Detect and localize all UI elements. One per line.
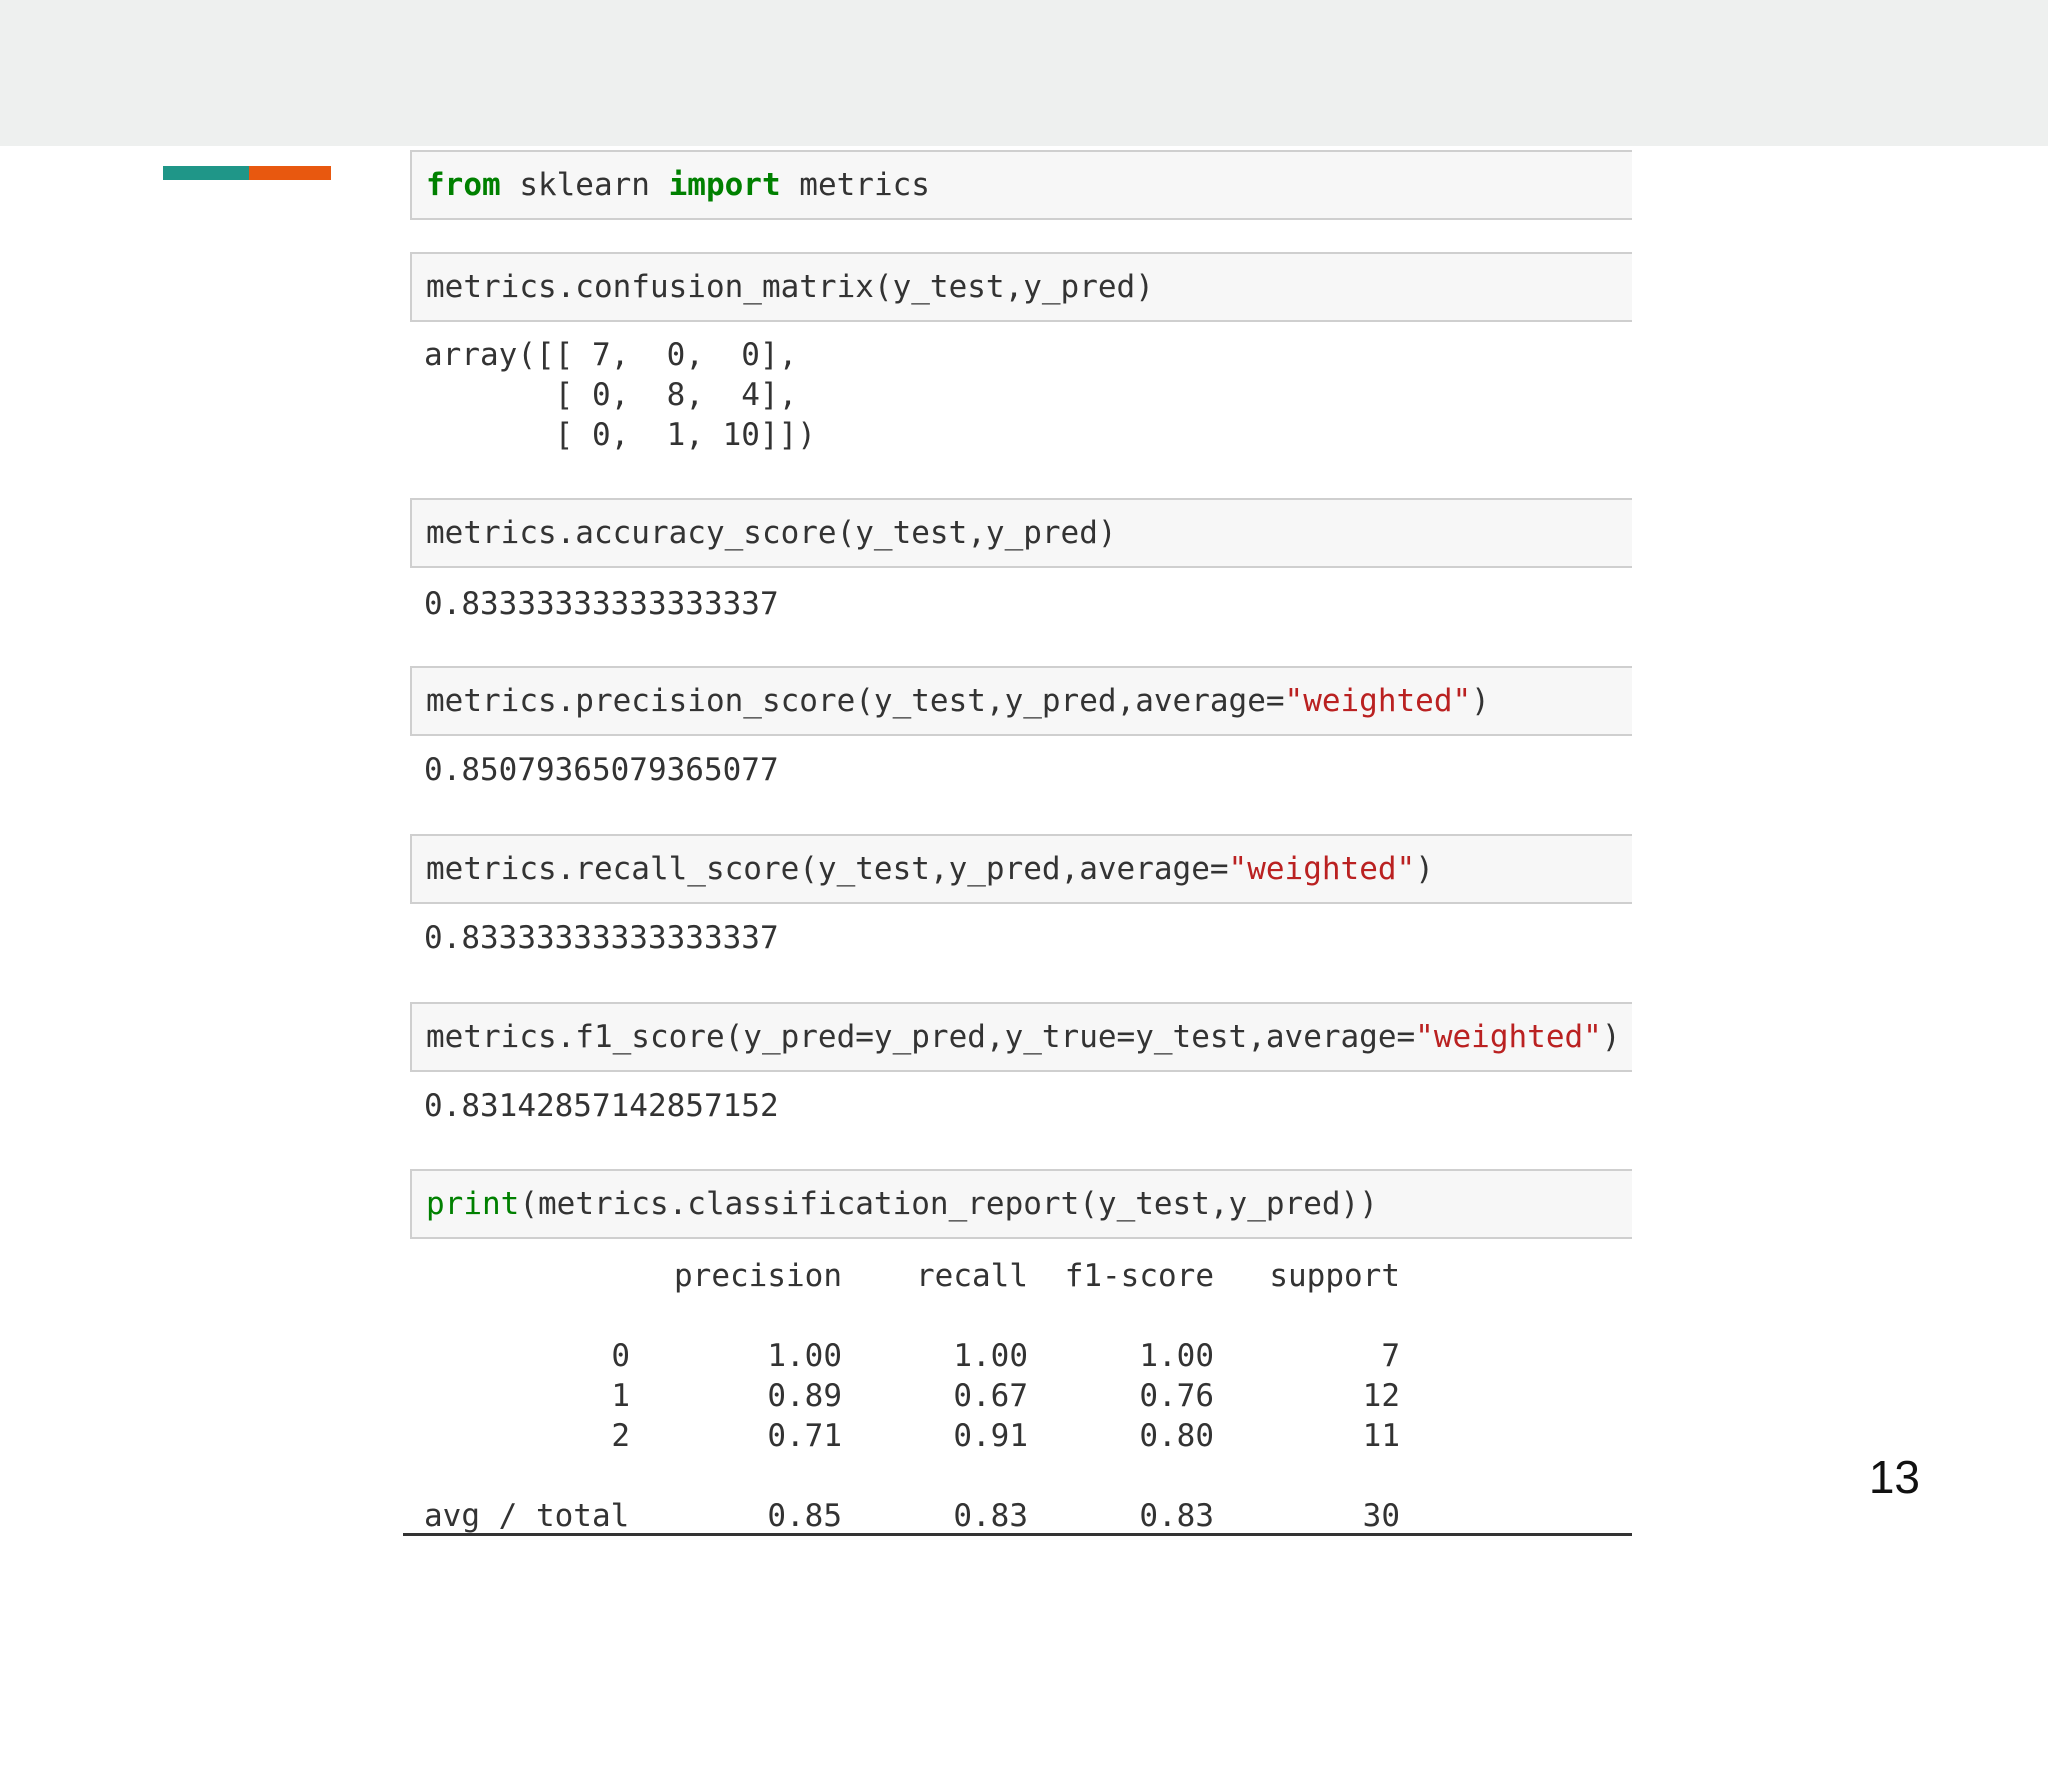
code-cell-import[interactable]: from sklearn import metrics bbox=[410, 150, 1632, 220]
code-token: metrics.f1_score(y_pred=y_pred,y_true=y_… bbox=[426, 1019, 1416, 1055]
code-line: metrics.f1_score(y_pred=y_pred,y_true=y_… bbox=[426, 1004, 1620, 1070]
code-cell-recall[interactable]: metrics.recall_score(y_test,y_pred,avera… bbox=[410, 834, 1632, 904]
builtin-print: print bbox=[426, 1186, 520, 1222]
f1-value: 1.00 bbox=[1139, 1338, 1214, 1374]
output-accuracy: 0.83333333333333337 bbox=[424, 586, 779, 622]
code-cell-classification-report[interactable]: print(metrics.classification_report(y_te… bbox=[410, 1169, 1632, 1239]
code-line: print(metrics.classification_report(y_te… bbox=[426, 1171, 1378, 1237]
code-token: ) bbox=[1415, 851, 1434, 887]
code-cell-confusion-matrix[interactable]: metrics.confusion_matrix(y_test,y_pred) bbox=[410, 252, 1632, 322]
output-confusion-matrix: array([[ 7, 0, 0], [ 0, 8, 4], [ 0, 1, 1… bbox=[424, 337, 816, 453]
support-value: 7 bbox=[1381, 1338, 1400, 1374]
keyword-import: import bbox=[668, 167, 781, 203]
code-token: ) bbox=[1601, 1019, 1621, 1055]
string-literal: "weighted" bbox=[1415, 1019, 1602, 1055]
output-recall: 0.83333333333333337 bbox=[424, 920, 779, 956]
string-literal: "weighted" bbox=[1228, 851, 1416, 887]
precision-value: 0.71 bbox=[767, 1418, 842, 1454]
code-token: metrics.precision_score(y_test,y_pred,av… bbox=[426, 683, 1285, 719]
support-value: 30 bbox=[1362, 1498, 1400, 1534]
report-row: 2 0.71 0.91 0.80 11 bbox=[424, 1416, 1400, 1456]
page-number: 13 bbox=[1868, 1451, 1920, 1503]
code-token: metrics.confusion_matrix(y_test,y_pred) bbox=[426, 269, 1154, 305]
support-value: 11 bbox=[1362, 1418, 1400, 1454]
support-value: 12 bbox=[1362, 1378, 1400, 1414]
recall-value: 0.91 bbox=[953, 1418, 1028, 1454]
accent-bar-orange bbox=[249, 166, 331, 180]
code-line: metrics.accuracy_score(y_test,y_pred) bbox=[426, 500, 1117, 566]
recall-value: 0.67 bbox=[953, 1378, 1028, 1414]
recall-value: 1.00 bbox=[953, 1338, 1028, 1374]
code-token: metrics.recall_score(y_test,y_pred,avera… bbox=[426, 851, 1229, 887]
header-support: support bbox=[1269, 1258, 1400, 1294]
slide-header-band bbox=[0, 0, 2048, 146]
code-line: from sklearn import metrics bbox=[426, 152, 930, 218]
code-token: (metrics.classification_report(y_test,y_… bbox=[519, 1186, 1378, 1222]
code-cell-accuracy[interactable]: metrics.accuracy_score(y_test,y_pred) bbox=[410, 498, 1632, 568]
recall-value: 0.83 bbox=[953, 1498, 1028, 1534]
code-token: sklearn bbox=[500, 167, 669, 203]
precision-value: 1.00 bbox=[767, 1338, 842, 1374]
output-f1: 0.83142857142857152 bbox=[424, 1088, 779, 1124]
report-total-row: avg / total 0.85 0.83 0.83 30 bbox=[424, 1496, 1400, 1536]
keyword-from: from bbox=[426, 167, 501, 203]
header-recall: recall bbox=[916, 1258, 1028, 1294]
header-f1-score: f1-score bbox=[1064, 1258, 1214, 1294]
report-header-row: precision recall f1-score support bbox=[424, 1256, 1400, 1296]
code-token: ) bbox=[1471, 683, 1490, 719]
accent-bar-teal bbox=[163, 166, 249, 180]
f1-value: 0.83 bbox=[1139, 1498, 1214, 1534]
code-line: metrics.confusion_matrix(y_test,y_pred) bbox=[426, 254, 1154, 320]
code-cell-precision[interactable]: metrics.precision_score(y_test,y_pred,av… bbox=[410, 666, 1632, 736]
string-literal: "weighted" bbox=[1284, 683, 1472, 719]
header-precision: precision bbox=[674, 1258, 842, 1294]
f1-value: 0.80 bbox=[1139, 1418, 1214, 1454]
code-line: metrics.recall_score(y_test,y_pred,avera… bbox=[426, 836, 1434, 902]
code-line: metrics.precision_score(y_test,y_pred,av… bbox=[426, 668, 1490, 734]
report-row: 1 0.89 0.67 0.76 12 bbox=[424, 1376, 1400, 1416]
precision-value: 0.85 bbox=[767, 1498, 842, 1534]
report-row: 0 1.00 1.00 1.00 7 bbox=[424, 1336, 1400, 1376]
output-precision: 0.85079365079365077 bbox=[424, 752, 779, 788]
code-token: metrics.accuracy_score(y_test,y_pred) bbox=[426, 515, 1117, 551]
code-token: metrics bbox=[780, 167, 930, 203]
f1-value: 0.76 bbox=[1139, 1378, 1214, 1414]
precision-value: 0.89 bbox=[767, 1378, 842, 1414]
code-cell-f1[interactable]: metrics.f1_score(y_pred=y_pred,y_true=y_… bbox=[410, 1002, 1632, 1072]
